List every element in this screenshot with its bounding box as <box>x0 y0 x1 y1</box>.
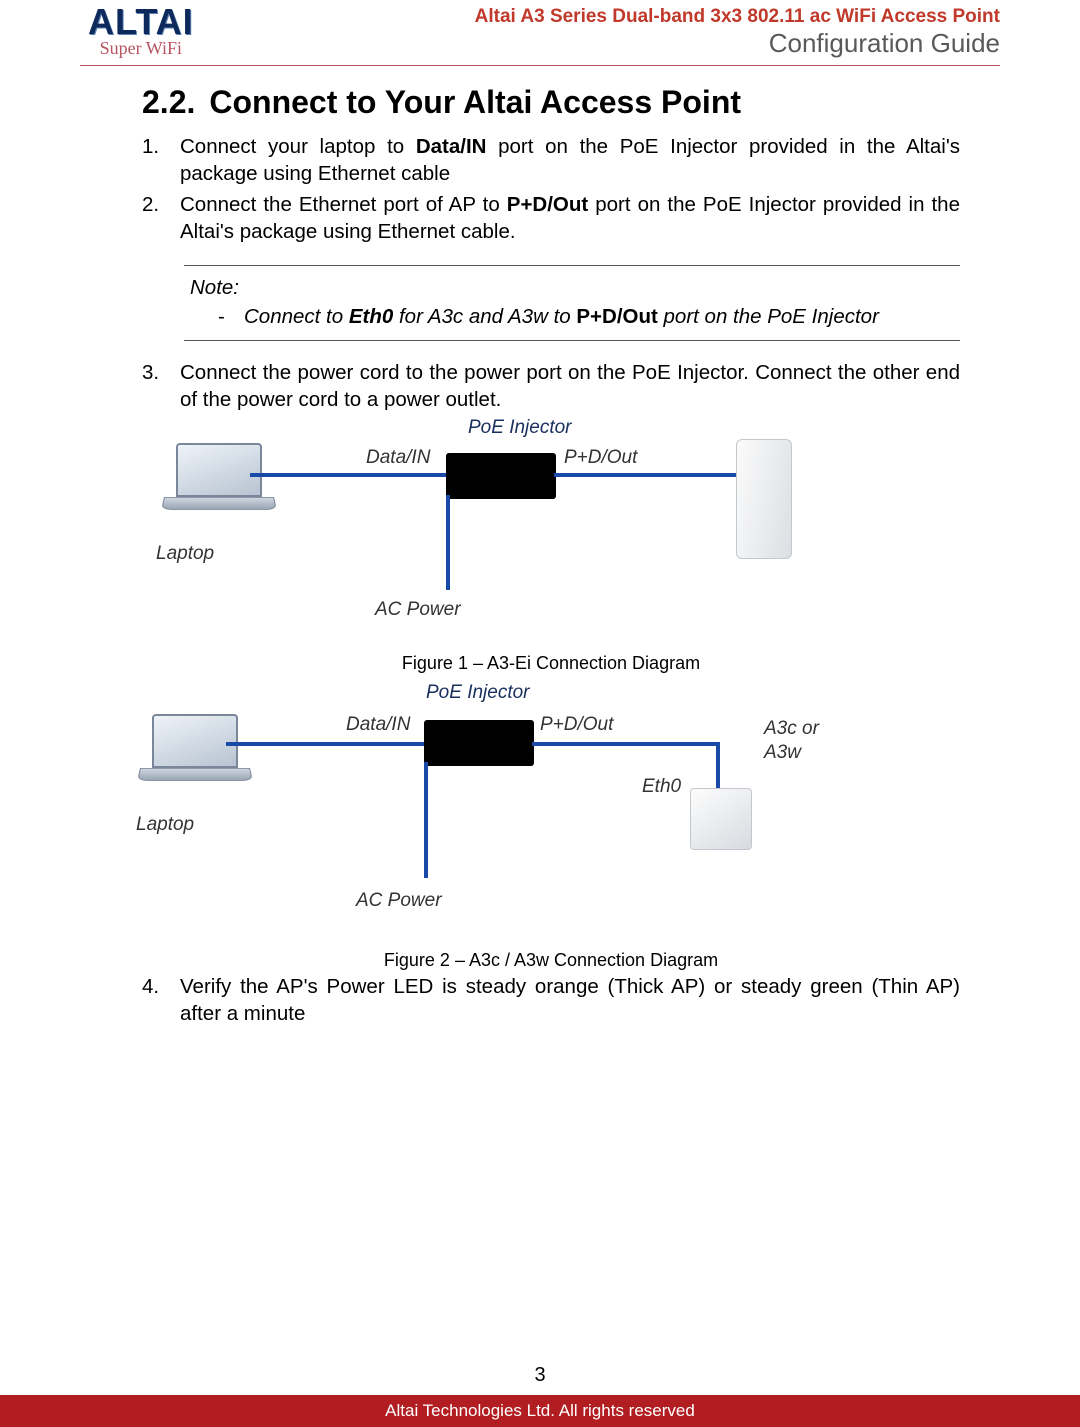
step-3: 3. Connect the power cord to the power p… <box>142 359 960 413</box>
fig1-poe-label: PoE Injector <box>468 417 572 439</box>
logo-tagline: Super WiFi <box>100 38 182 59</box>
figure-1-caption: Figure 1 – A3-Ei Connection Diagram <box>142 653 960 674</box>
note-text: Connect to Eth0 for A3c and A3w to P+D/O… <box>244 303 954 330</box>
header-doc-title: Configuration Guide <box>475 28 1000 59</box>
header: ALTAI Super WiFi Altai A3 Series Dual-ba… <box>80 0 1000 66</box>
fig2-acpower-label: AC Power <box>356 890 442 912</box>
laptop-icon <box>164 443 274 521</box>
page-number: 3 <box>0 1364 1080 1387</box>
fig2-poe-label: PoE Injector <box>426 682 530 704</box>
poe-injector-icon <box>446 453 556 499</box>
step-1: 1. Connect your laptop to Data/IN port o… <box>142 133 960 187</box>
logo-brand: ALTAI <box>88 4 194 40</box>
laptop-icon <box>140 714 250 792</box>
section-heading: 2.2. Connect to Your Altai Access Point <box>142 84 960 121</box>
fig1-datain-label: Data/IN <box>366 447 430 469</box>
ap-device-icon <box>736 439 792 559</box>
ap-device-icon <box>690 788 752 850</box>
note-label: Note: <box>190 274 954 301</box>
figure-2-caption: Figure 2 – A3c / A3w Connection Diagram <box>142 950 960 971</box>
fig1-acpower-label: AC Power <box>375 599 461 621</box>
fig1-laptop-label: Laptop <box>156 543 214 565</box>
footer: Altai Technologies Ltd. All rights reser… <box>0 1395 1080 1427</box>
fig2-pdout-label: P+D/Out <box>540 714 613 736</box>
section-number: 2.2. <box>142 84 195 120</box>
step-2: 2. Connect the Ethernet port of AP to P+… <box>142 191 960 245</box>
step-4: 4. Verify the AP's Power LED is steady o… <box>142 973 960 1027</box>
fig2-datain-label: Data/IN <box>346 714 410 736</box>
header-product-line: Altai A3 Series Dual-band 3x3 802.11 ac … <box>475 6 1000 28</box>
note-box: Note: - Connect to Eth0 for A3c and A3w … <box>184 265 960 341</box>
fig1-pdout-label: P+D/Out <box>564 447 637 469</box>
fig2-eth0-label: Eth0 <box>642 776 681 798</box>
logo: ALTAI Super WiFi <box>88 4 194 59</box>
fig2-a3w-label: A3w <box>764 742 801 764</box>
figure-2-diagram: PoE Injector Data/IN P+D/Out Eth0 A3c or… <box>150 684 960 946</box>
fig2-laptop-label: Laptop <box>136 814 194 836</box>
section-title-text: Connect to Your Altai Access Point <box>209 84 741 120</box>
poe-injector-icon <box>424 720 534 766</box>
figure-1-diagram: PoE Injector Data/IN P+D/Out Laptop AC P… <box>150 423 960 649</box>
fig2-a3c-label: A3c or <box>764 718 819 740</box>
